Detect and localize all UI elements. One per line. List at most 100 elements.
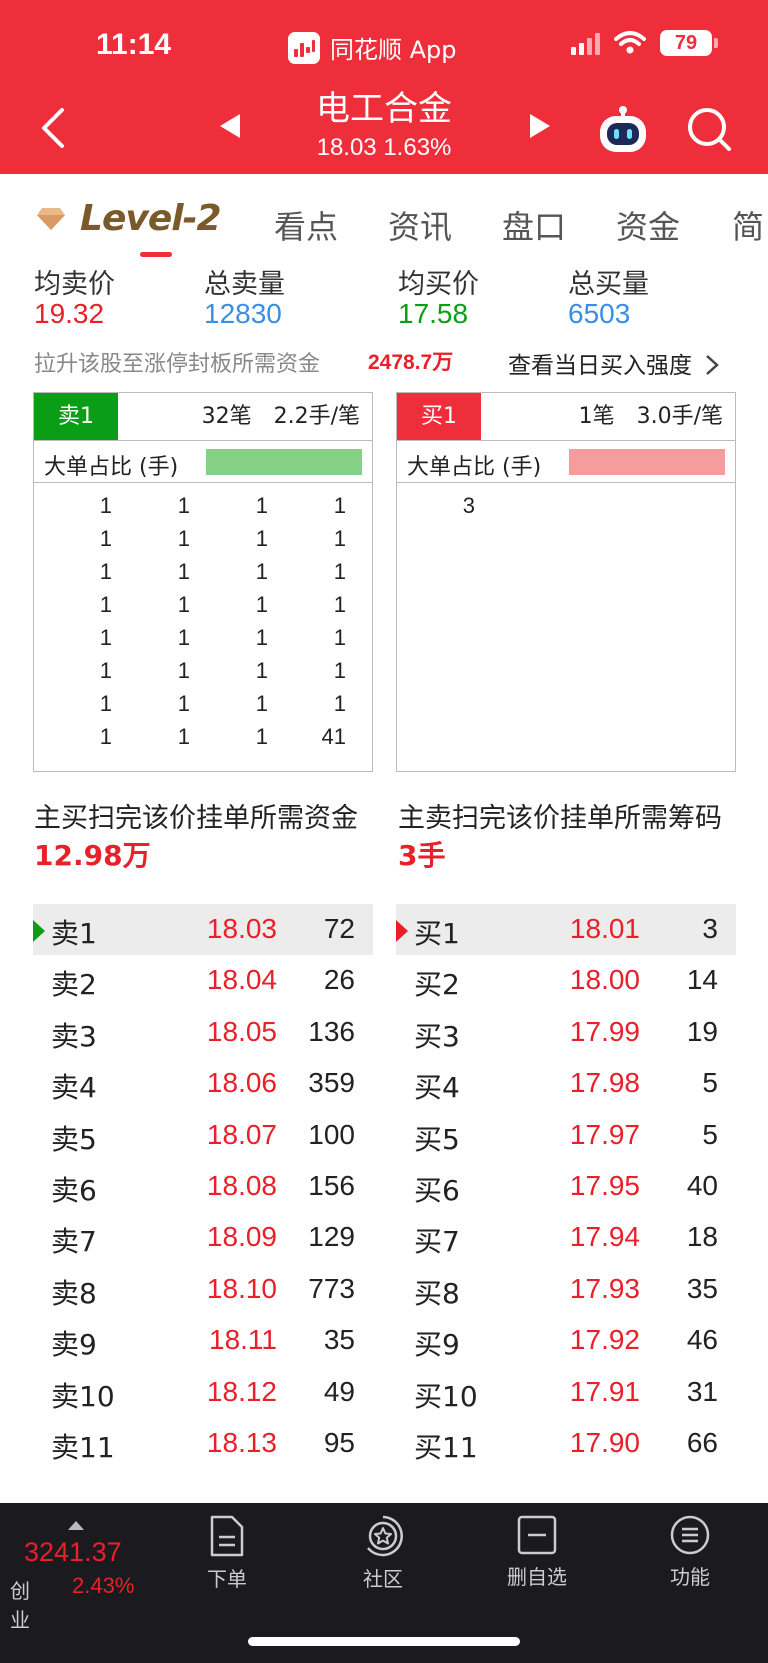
sell-queue-header: 卖1 32笔 2.2手/笔 — [34, 393, 372, 441]
stock-change: 1.63% — [383, 134, 452, 161]
ask-level-price: 18.10 — [206, 1272, 277, 1304]
remove-watchlist-button[interactable]: 删自选 — [482, 1515, 592, 1590]
bid-level-volume: 5 — [702, 1118, 718, 1150]
total-sell-label: 总卖量 — [204, 269, 285, 300]
ask-row[interactable]: 卖7 18.09 129 — [33, 1212, 373, 1263]
ask-row[interactable]: 卖8 18.10 773 — [33, 1264, 373, 1315]
ask-level-volume: 49 — [323, 1375, 355, 1407]
tab-news[interactable]: 资讯 — [388, 202, 452, 248]
ask-row[interactable]: 卖4 18.06 359 — [33, 1058, 373, 1109]
queue-order-cell: 1 — [333, 559, 346, 584]
nav-bar: 电工合金 18.03 1.63% — [0, 86, 768, 174]
index-value: 3241.37 — [24, 1537, 122, 1567]
sell-big-order-row: 大单占比 (手) — [34, 441, 372, 483]
robot-assistant-icon[interactable] — [596, 102, 650, 156]
ask-row[interactable]: 卖1218.14105 — [33, 1469, 373, 1478]
ask-row[interactable]: 卖6 18.08 156 — [33, 1161, 373, 1212]
ask-level-price: 18.04 — [206, 964, 277, 996]
functions-button[interactable]: 功能 — [635, 1515, 745, 1590]
bid-row[interactable]: 买4 17.98 5 — [396, 1058, 736, 1109]
bid-level-volume: 14 — [686, 964, 718, 996]
wifi-icon — [614, 31, 646, 54]
ask-row[interactable]: 卖5 18.07 100 — [33, 1110, 373, 1161]
search-icon[interactable] — [686, 106, 732, 152]
ask-level-name: 卖2 — [51, 968, 97, 1002]
ask-level-volume: 773 — [308, 1272, 355, 1304]
app-logo-icon — [288, 31, 320, 64]
ask-level-name: 卖12 — [51, 1477, 115, 1478]
prev-stock-icon[interactable] — [218, 113, 242, 139]
active-tab-indicator — [140, 252, 172, 257]
bid-row[interactable]: 买1 18.01 3 — [396, 904, 736, 956]
current-level-marker-icon — [33, 920, 45, 942]
tab-kandian[interactable]: 看点 — [274, 202, 338, 248]
bid-row[interactable]: 买7 17.94 18 — [396, 1212, 736, 1263]
buy-strength-label: 查看当日买入强度 — [508, 353, 692, 379]
ask-level-name: 卖11 — [51, 1430, 115, 1464]
ask-row[interactable]: 卖11 18.13 95 — [33, 1418, 373, 1469]
queue-order-cell: 3 — [462, 493, 475, 518]
tab-bar: Level-2 看点 资讯 盘口 资金 简 — [0, 174, 768, 258]
ask-row[interactable]: 卖10 18.12 49 — [33, 1367, 373, 1418]
queue-order-cell: 1 — [333, 493, 346, 518]
order-button[interactable]: 下单 — [172, 1515, 282, 1592]
bid-row[interactable]: 买2 18.00 14 — [396, 955, 736, 1006]
bid-level-volume: 5 — [702, 1067, 718, 1099]
queue-order-cell: 1 — [99, 493, 112, 518]
queue-order-cell: 1 — [255, 691, 268, 716]
tab-pankou[interactable]: 盘口 — [502, 202, 566, 248]
avg-buy-label: 均买价 — [398, 269, 479, 300]
queue-order-cell: 1 — [255, 724, 268, 749]
total-buy-value: 6503 — [568, 298, 631, 329]
queue-order-cell: 1 — [177, 658, 190, 683]
ask-level-price: 18.03 — [206, 913, 277, 944]
bid-row[interactable]: 买10 17.91 31 — [396, 1367, 736, 1418]
queue-order-cell: 1 — [99, 625, 112, 650]
ask-level-volume: 156 — [308, 1169, 355, 1201]
bid-row[interactable]: 买5 17.97 5 — [396, 1110, 736, 1161]
bid-row[interactable]: 买8 17.93 35 — [396, 1264, 736, 1315]
bid-row[interactable]: 买1217.8960 — [396, 1469, 736, 1478]
menu-circle-icon — [670, 1515, 710, 1555]
ask-row[interactable]: 卖1 18.03 72 — [33, 904, 373, 956]
ask-level-volume: 26 — [323, 964, 355, 996]
tab-funds[interactable]: 资金 — [616, 202, 680, 248]
ask-row[interactable]: 卖2 18.04 26 — [33, 955, 373, 1006]
buy-queue-tag: 买1 — [397, 393, 481, 440]
tab-level2[interactable]: Level-2 — [36, 198, 222, 239]
queue-order-cell: 1 — [333, 592, 346, 617]
status-app: 同花顺 App — [288, 30, 457, 65]
functions-label: 功能 — [670, 1565, 710, 1589]
queue-order-cell: 1 — [177, 559, 190, 584]
bid-level-price: 17.91 — [569, 1375, 640, 1407]
queue-order-cell: 1 — [255, 658, 268, 683]
queue-order-cell: 1 — [255, 493, 268, 518]
diamond-icon — [37, 207, 65, 230]
ask-level-volume: 95 — [323, 1426, 355, 1458]
community-star-icon — [367, 1515, 403, 1557]
tab-brief[interactable]: 简 — [732, 202, 764, 248]
bid-row[interactable]: 买3 17.99 19 — [396, 1007, 736, 1058]
bid-row[interactable]: 买6 17.95 40 — [396, 1161, 736, 1212]
total-sell-value: 12830 — [204, 298, 282, 329]
index-name: 创业 — [10, 1579, 30, 1632]
minus-square-icon — [517, 1515, 557, 1555]
community-button[interactable]: 社区 — [328, 1515, 438, 1592]
status-time: 11:14 — [96, 28, 172, 61]
ask-level-name: 卖8 — [51, 1276, 97, 1310]
avg-sell-value: 19.32 — [34, 298, 105, 329]
back-arrow-icon[interactable] — [34, 106, 74, 150]
queue-order-cell: 1 — [177, 724, 190, 749]
buy-strength-link[interactable]: 查看当日买入强度 — [508, 346, 720, 380]
bid-row[interactable]: 买9 17.92 46 — [396, 1315, 736, 1366]
ask-level-name: 卖5 — [51, 1122, 97, 1156]
chevron-right-icon — [706, 355, 720, 375]
bid-row[interactable]: 买11 17.90 66 — [396, 1418, 736, 1469]
ask-row[interactable]: 卖3 18.05 136 — [33, 1007, 373, 1058]
bid-level-price: 17.90 — [569, 1426, 640, 1458]
status-app-name: 同花顺 App — [330, 36, 457, 64]
ask-depth-table: 卖1 18.03 72 卖2 18.04 26 卖3 18.05 136 卖4 18.06 359 卖5… — [33, 904, 373, 1478]
next-stock-icon[interactable] — [528, 113, 552, 139]
order-label: 下单 — [207, 1567, 247, 1591]
ask-row[interactable]: 卖9 18.11 35 — [33, 1315, 373, 1366]
